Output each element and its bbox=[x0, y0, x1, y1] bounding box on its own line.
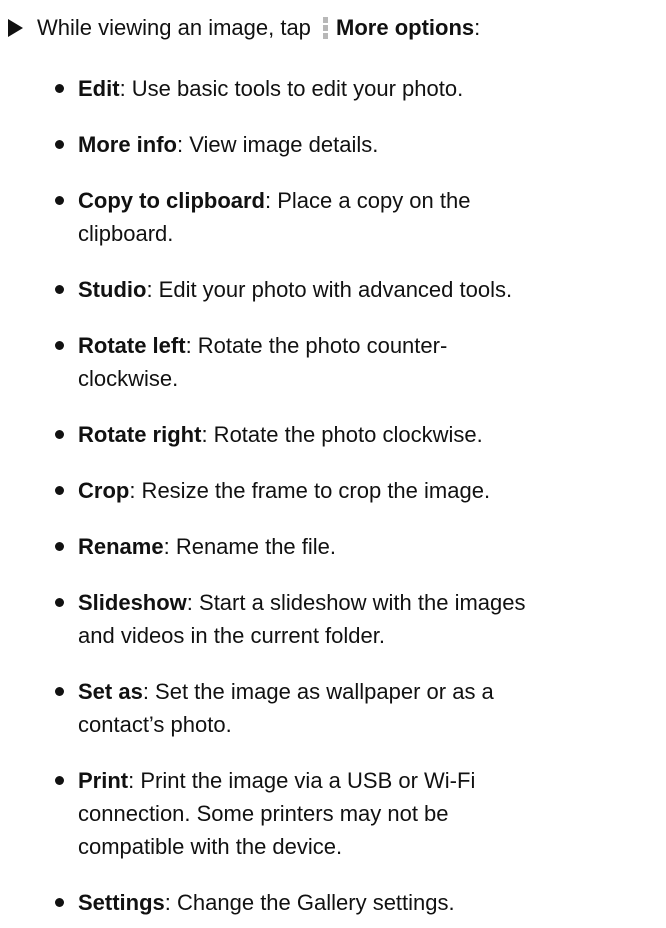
bullet bbox=[55, 898, 64, 907]
item-desc: : Resize the frame to crop the image. bbox=[129, 478, 491, 503]
intro-more-options: More options bbox=[336, 15, 475, 40]
item-desc-continued: clockwise. bbox=[78, 366, 179, 391]
list-item-rotate-right: Rotate right: Rotate the photo clockwise… bbox=[55, 418, 666, 451]
list-item-slideshow: Slideshow: Start a slideshow with the im… bbox=[55, 586, 666, 652]
item-term: Copy to clipboard bbox=[78, 188, 265, 213]
item-desc-continued: contact’s photo. bbox=[78, 712, 232, 737]
item-desc: : View image details. bbox=[177, 132, 379, 157]
list-item-set-as: Set as: Set the image as wallpaper or as… bbox=[55, 675, 666, 741]
item-desc: : Rename the file. bbox=[163, 534, 337, 559]
item-term: Rotate right bbox=[78, 422, 202, 447]
list-item-crop: Crop: Resize the frame to crop the image… bbox=[55, 474, 666, 507]
list-item-edit: Edit: Use basic tools to edit your photo… bbox=[55, 72, 666, 105]
list-item-studio: Studio: Edit your photo with advanced to… bbox=[55, 273, 666, 306]
triangle-arrow-icon bbox=[8, 19, 23, 37]
bullet bbox=[55, 486, 64, 495]
item-desc: : Start a slideshow with the images bbox=[186, 590, 526, 615]
item-desc: : Set the image as wallpaper or as a bbox=[142, 679, 494, 704]
bullet bbox=[55, 687, 64, 696]
item-desc: : Print the image via a USB or Wi-Fi bbox=[128, 768, 476, 793]
bullet bbox=[55, 285, 64, 294]
item-desc: : Rotate the photo counter- bbox=[185, 333, 448, 358]
list-item-settings: Settings: Change the Gallery settings. bbox=[55, 886, 666, 919]
list-item-rotate-left: Rotate left: Rotate the photo counter- c… bbox=[55, 329, 666, 395]
list-item-rename: Rename: Rename the file. bbox=[55, 530, 666, 563]
item-desc: : Use basic tools to edit your photo. bbox=[119, 76, 464, 101]
item-term: Studio bbox=[78, 277, 147, 302]
list-item-copy-to-clipboard: Copy to clipboard: Place a copy on the c… bbox=[55, 184, 666, 250]
intro-suffix: : bbox=[474, 15, 481, 40]
item-term: Crop bbox=[78, 478, 130, 503]
item-term: Set as bbox=[78, 679, 143, 704]
item-term: Rename bbox=[78, 534, 164, 559]
bullet bbox=[55, 542, 64, 551]
item-term: Print bbox=[78, 768, 129, 793]
item-desc: : Rotate the photo clockwise. bbox=[201, 422, 483, 447]
bullet bbox=[55, 598, 64, 607]
item-term: Settings bbox=[78, 890, 165, 915]
item-term: Rotate left bbox=[78, 333, 186, 358]
list-item-print: Print: Print the image via a USB or Wi-F… bbox=[55, 764, 666, 863]
list-item-more-info: More info: View image details. bbox=[55, 128, 666, 161]
intro-line: While viewing an image, tap More options… bbox=[8, 13, 480, 42]
bullet bbox=[55, 84, 64, 93]
item-desc-continued: and videos in the current folder. bbox=[78, 623, 385, 648]
item-desc-continued: connection. Some printers may not be bbox=[78, 801, 449, 826]
item-term: Edit bbox=[78, 76, 120, 101]
bullet bbox=[55, 776, 64, 785]
intro-prefix: While viewing an image, tap bbox=[37, 15, 311, 40]
item-desc-continued: clipboard. bbox=[78, 221, 174, 246]
item-term: More info bbox=[78, 132, 177, 157]
item-desc: : Change the Gallery settings. bbox=[164, 890, 455, 915]
bullet bbox=[55, 341, 64, 350]
item-desc-continued: compatible with the device. bbox=[78, 834, 343, 859]
bullet bbox=[55, 430, 64, 439]
bullet bbox=[55, 196, 64, 205]
bullet bbox=[55, 140, 64, 149]
item-desc: : Edit your photo with advanced tools. bbox=[146, 277, 513, 302]
more-options-icon bbox=[323, 17, 329, 39]
item-term: Slideshow bbox=[78, 590, 187, 615]
item-desc: : Place a copy on the bbox=[265, 188, 471, 213]
